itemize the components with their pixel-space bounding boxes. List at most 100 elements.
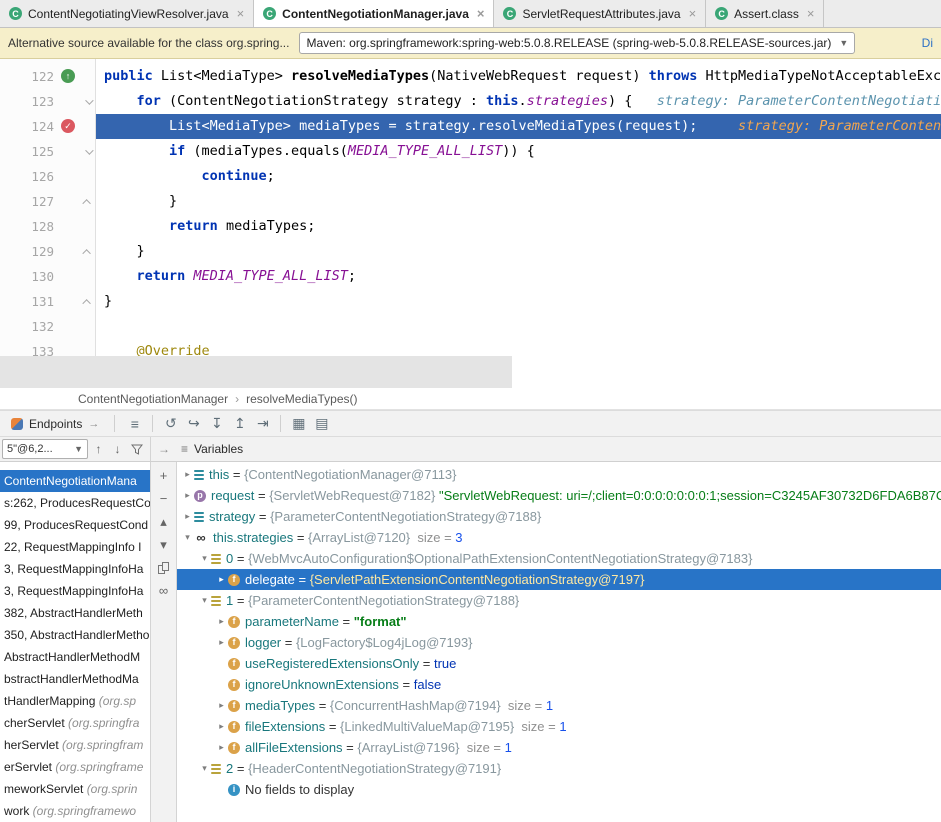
variable-row[interactable]: ▸prequest = {ServletWebRequest@7182} "Se… (177, 485, 941, 506)
chevron-right-icon[interactable]: ▸ (215, 695, 228, 716)
chevron-right-icon[interactable]: ▸ (181, 506, 194, 527)
grid-icon[interactable]: ▦ (287, 413, 310, 434)
chevron-right-icon[interactable]: ▸ (215, 737, 228, 758)
variable-row[interactable]: ▾0 = {WebMvcAutoConfiguration$OptionalPa… (177, 548, 941, 569)
stack-frame[interactable]: 3, RequestMappingInfoHa (0, 558, 150, 580)
chevron-right-icon[interactable]: ▸ (181, 485, 194, 506)
class-icon: C (715, 7, 728, 20)
chevron-right-icon[interactable]: ▸ (215, 632, 228, 653)
variable-row[interactable]: ▸fmediaTypes = {ConcurrentHashMap@7194} … (177, 695, 941, 716)
close-icon[interactable]: × (807, 7, 815, 20)
code-line[interactable]: 132 (0, 314, 941, 339)
variables-menu-icon[interactable]: ≡ (181, 442, 188, 456)
code-line[interactable]: 123 for (ContentNegotiationStrategy stra… (0, 89, 941, 114)
stack-frame[interactable]: 22, RequestMappingInfo I (0, 536, 150, 558)
stack-frame[interactable]: erServlet (org.springframe (0, 756, 150, 778)
chevron-down-icon[interactable]: ▾ (181, 527, 194, 548)
stack-frame[interactable]: bstractHandlerMethodMa (0, 668, 150, 690)
breakpoint-icon[interactable]: ✓ (61, 119, 75, 133)
stack-frame[interactable]: s:262, ProducesRequestCo (0, 492, 150, 514)
move-watch-up-button[interactable]: ▴ (155, 514, 173, 529)
fold-icon[interactable] (83, 297, 93, 307)
source-jar-combo[interactable]: Maven: org.springframework:spring-web:5.… (299, 32, 855, 54)
thread-combo[interactable]: 5"@6,2... ▼ (2, 439, 88, 459)
code-line[interactable]: 124✓ List<MediaType> mediaTypes = strate… (0, 114, 941, 139)
variable-row[interactable]: ▾2 = {HeaderContentNegotiationStrategy@7… (177, 758, 941, 779)
next-frame-button[interactable]: ↓ (109, 439, 126, 459)
horizontal-scrollbar[interactable] (0, 356, 512, 388)
variables-message-row[interactable]: iNo fields to display (177, 779, 941, 800)
code-line[interactable]: 131} (0, 289, 941, 314)
chevron-right-icon[interactable]: ▸ (215, 716, 228, 737)
step-over-icon[interactable]: ↪ (182, 413, 205, 434)
stack-frame[interactable]: 99, ProducesRequestCond (0, 514, 150, 536)
show-watches-toggle[interactable]: ∞ (155, 583, 173, 598)
code-line[interactable]: 127 } (0, 189, 941, 214)
variable-row[interactable]: fuseRegisteredExtensionsOnly = true (177, 653, 941, 674)
step-out-icon[interactable]: ↥ (228, 413, 251, 434)
breadcrumb-class[interactable]: ContentNegotiationManager (78, 392, 228, 406)
remove-watch-button[interactable]: − (155, 491, 173, 506)
breadcrumb-method[interactable]: resolveMediaTypes() (246, 392, 357, 406)
chevron-right-icon[interactable]: ▸ (181, 464, 194, 485)
chevron-right-icon[interactable]: ▸ (215, 569, 228, 590)
editor-tab[interactable]: CServletRequestAttributes.java× (494, 0, 706, 27)
chevron-right-icon[interactable]: ▸ (215, 611, 228, 632)
variable-row[interactable]: ▸strategy = {ParameterContentNegotiation… (177, 506, 941, 527)
stack-frame[interactable]: 3, RequestMappingInfoHa (0, 580, 150, 602)
editor-tab[interactable]: CAssert.class× (706, 0, 824, 27)
fold-icon[interactable] (83, 197, 93, 207)
fold-icon[interactable] (83, 247, 93, 257)
variable-row[interactable]: fignoreUnknownExtensions = false (177, 674, 941, 695)
tool-window-tab-endpoints[interactable]: Endpoints → (4, 417, 106, 431)
move-watch-down-button[interactable]: ▾ (155, 537, 173, 552)
variable-row[interactable]: ▸flogger = {LogFactory$Log4jLog@7193} (177, 632, 941, 653)
code-line[interactable]: 130 return MEDIA_TYPE_ALL_LIST; (0, 264, 941, 289)
add-watch-button[interactable]: + (155, 468, 173, 483)
stack-frame[interactable]: cherServlet (org.springfra (0, 712, 150, 734)
watch-toolbar: + − ▴ ▾ ∞ (151, 462, 177, 822)
fold-icon[interactable] (83, 147, 93, 157)
editor-tab[interactable]: CContentNegotiatingViewResolver.java× (0, 0, 254, 27)
code-line[interactable]: 126 continue; (0, 164, 941, 189)
view-options-icon[interactable]: ▤ (310, 413, 333, 434)
stack-frame[interactable]: 382, AbstractHandlerMeth (0, 602, 150, 624)
code-line[interactable]: 129 } (0, 239, 941, 264)
disable-link[interactable]: Di (922, 36, 933, 50)
restore-layout-icon[interactable]: → (151, 437, 177, 461)
override-marker-icon[interactable]: ↑ (61, 69, 75, 83)
stack-frame[interactable]: tHandlerMapping (org.sp (0, 690, 150, 712)
stack-frame[interactable]: work (org.springframewo (0, 800, 150, 822)
code-line[interactable]: 128 return mediaTypes; (0, 214, 941, 239)
stack-frame[interactable]: meworkServlet (org.sprin (0, 778, 150, 800)
close-icon[interactable]: × (689, 7, 697, 20)
variable-row[interactable]: ▾∞this.strategies = {ArrayList@7120} siz… (177, 527, 941, 548)
stack-frame[interactable]: ContentNegotiationMana (0, 470, 150, 492)
chevron-down-icon[interactable]: ▾ (198, 548, 211, 569)
code-line[interactable]: 122↑public List<MediaType> resolveMediaT… (0, 64, 941, 89)
chevron-down-icon[interactable]: ▾ (198, 758, 211, 779)
close-icon[interactable]: × (477, 7, 485, 20)
variable-row[interactable]: ▸fparameterName = "format" (177, 611, 941, 632)
run-to-cursor-icon[interactable]: ⇥ (251, 413, 274, 434)
chevron-down-icon[interactable]: ▾ (198, 590, 211, 611)
variable-row[interactable]: ▾1 = {ParameterContentNegotiationStrateg… (177, 590, 941, 611)
step-into-icon[interactable]: ↧ (205, 413, 228, 434)
stack-frame[interactable]: 350, AbstractHandlerMetho (0, 624, 150, 646)
duplicate-watch-button[interactable] (155, 560, 173, 575)
variable-row[interactable]: ▸this = {ContentNegotiationManager@7113} (177, 464, 941, 485)
stack-frame[interactable]: herServlet (org.springfram (0, 734, 150, 756)
variable-row[interactable]: ▸fdelegate = {ServletPathExtensionConten… (177, 569, 941, 590)
fold-icon[interactable] (83, 97, 93, 107)
variable-row[interactable]: ▸fallFileExtensions = {ArrayList@7196} s… (177, 737, 941, 758)
stack-frame[interactable]: AbstractHandlerMethodM (0, 646, 150, 668)
code-editor[interactable]: 122↑public List<MediaType> resolveMediaT… (0, 59, 941, 388)
previous-frame-button[interactable]: ↑ (90, 439, 107, 459)
close-icon[interactable]: × (237, 7, 245, 20)
variable-row[interactable]: ▸ffileExtensions = {LinkedMultiValueMap@… (177, 716, 941, 737)
editor-tab[interactable]: CContentNegotiationManager.java× (254, 0, 494, 27)
filter-frames-icon[interactable] (128, 439, 145, 459)
show-execution-point-icon[interactable]: ↺ (159, 413, 182, 434)
menu-icon[interactable]: ≡ (123, 413, 146, 434)
code-line[interactable]: 125 if (mediaTypes.equals(MEDIA_TYPE_ALL… (0, 139, 941, 164)
